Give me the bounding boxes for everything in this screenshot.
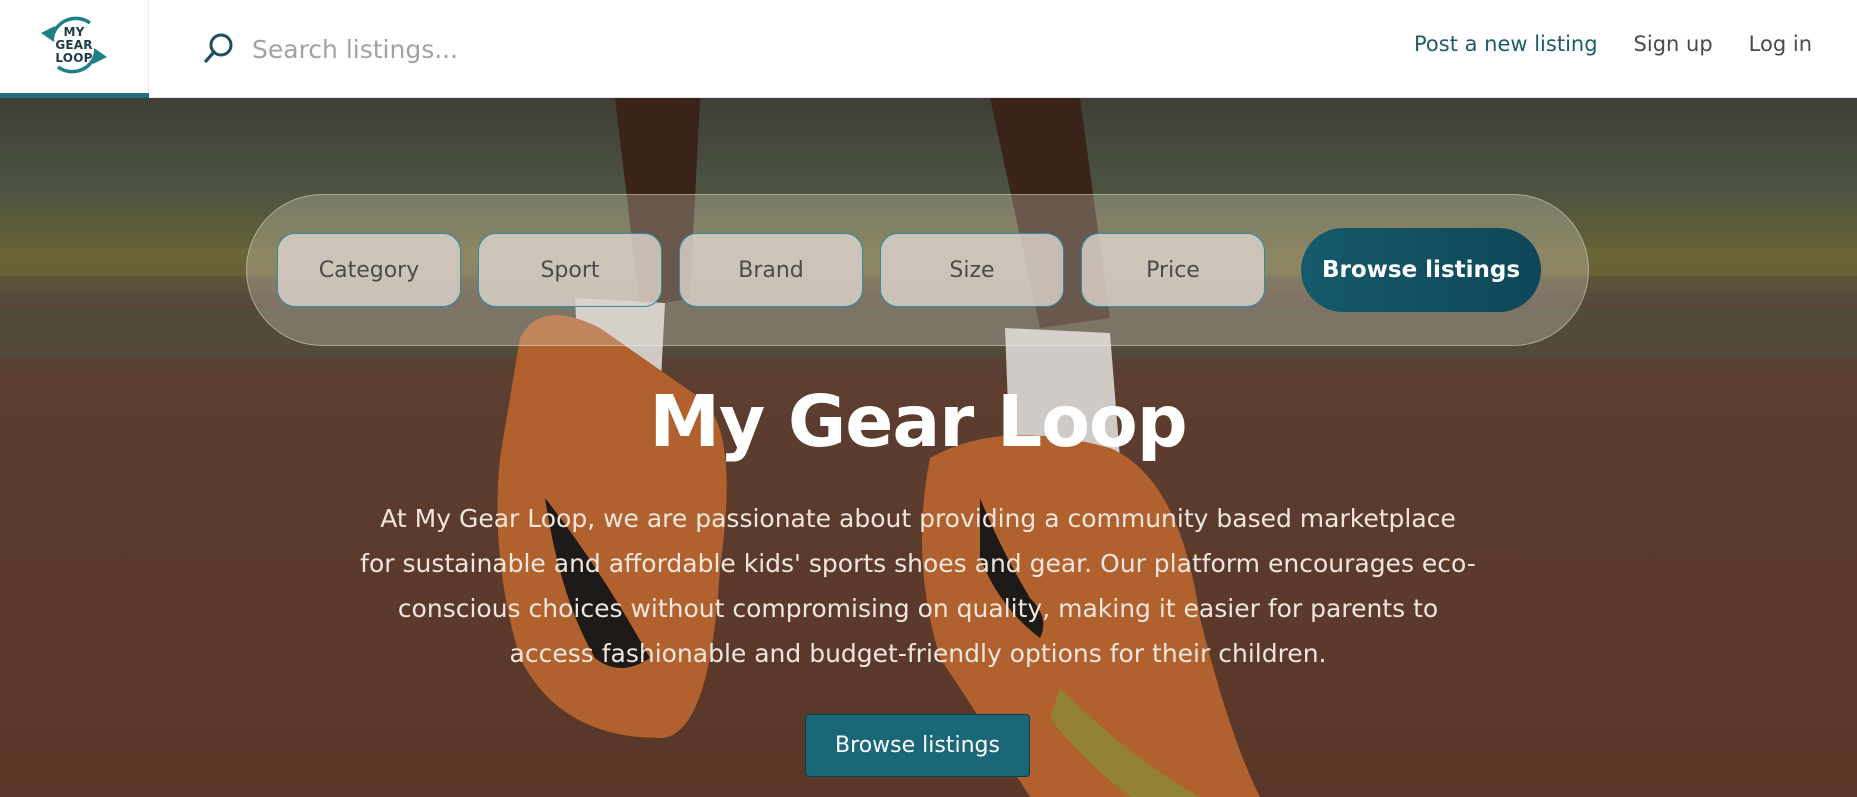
hero-description: At My Gear Loop, we are passionate about… bbox=[360, 504, 1476, 668]
hero-section: Category Sport Brand Size Price Browse l… bbox=[0, 98, 1857, 797]
sign-up-link[interactable]: Sign up bbox=[1634, 32, 1713, 56]
logo-line-1: MY bbox=[63, 24, 85, 39]
hero-title: My Gear Loop bbox=[649, 380, 1187, 463]
hero-browse-listings-button[interactable]: Browse listings bbox=[805, 714, 1030, 777]
log-in-link[interactable]: Log in bbox=[1749, 32, 1812, 56]
logo-line-3: LOOP bbox=[55, 50, 93, 65]
logo: MY GEAR LOOP bbox=[38, 9, 110, 81]
top-nav-links: Post a new listing Sign up Log in bbox=[1414, 0, 1812, 88]
search-icon[interactable] bbox=[200, 31, 236, 67]
filter-browse-listings-button[interactable]: Browse listings bbox=[1301, 228, 1541, 312]
size-filter-chip[interactable]: Size bbox=[880, 233, 1064, 307]
logo-link[interactable]: MY GEAR LOOP bbox=[0, 0, 149, 98]
post-listing-link[interactable]: Post a new listing bbox=[1414, 32, 1598, 56]
top-navigation-bar: MY GEAR LOOP Post a new listing Sign up … bbox=[0, 0, 1857, 98]
search-bar bbox=[200, 24, 760, 74]
sport-filter-chip[interactable]: Sport bbox=[478, 233, 662, 307]
filter-bar: Category Sport Brand Size Price Browse l… bbox=[246, 194, 1589, 346]
category-filter-chip[interactable]: Category bbox=[277, 233, 461, 307]
logo-line-2: GEAR bbox=[55, 37, 93, 52]
logo-text: MY GEAR LOOP bbox=[38, 9, 110, 81]
price-filter-chip[interactable]: Price bbox=[1081, 233, 1265, 307]
search-input[interactable] bbox=[252, 29, 732, 69]
brand-filter-chip[interactable]: Brand bbox=[679, 233, 863, 307]
